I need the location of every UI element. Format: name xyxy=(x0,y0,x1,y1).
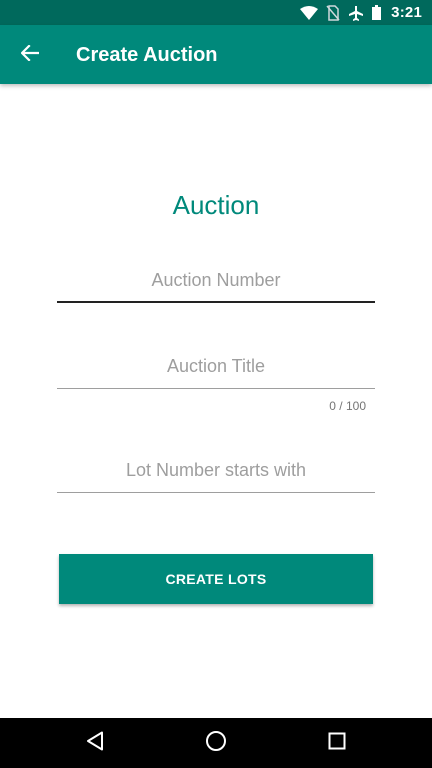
auction-title-field[interactable] xyxy=(57,345,375,389)
wifi-icon xyxy=(300,5,319,20)
nav-back-button[interactable] xyxy=(65,718,125,768)
auction-title-input[interactable] xyxy=(57,345,375,387)
status-icons: 3:21 xyxy=(300,0,422,25)
lot-number-input[interactable] xyxy=(57,449,375,491)
field-underline xyxy=(57,301,375,303)
arrow-back-icon xyxy=(20,43,40,66)
navigation-bar xyxy=(0,718,432,768)
lot-number-field[interactable] xyxy=(57,449,375,493)
auction-number-field[interactable] xyxy=(57,259,375,303)
back-triangle-icon xyxy=(86,731,104,756)
nav-home-button[interactable] xyxy=(186,718,246,768)
battery-icon xyxy=(372,5,382,20)
status-time: 3:21 xyxy=(391,4,422,21)
field-underline xyxy=(57,388,375,389)
back-button[interactable] xyxy=(10,35,50,75)
status-bar: 3:21 xyxy=(0,0,432,25)
no-sim-icon xyxy=(326,4,340,21)
nav-recents-button[interactable] xyxy=(307,718,367,768)
character-counter: 0 / 100 xyxy=(329,399,366,413)
airplane-mode-icon xyxy=(348,5,364,21)
create-lots-button[interactable]: CREATE LOTS xyxy=(59,554,373,604)
recents-square-icon xyxy=(328,732,346,755)
field-underline xyxy=(57,492,375,493)
home-circle-icon xyxy=(205,730,227,757)
form-heading: Auction xyxy=(172,190,260,220)
page-title: Create Auction xyxy=(76,44,218,66)
auction-number-input[interactable] xyxy=(57,259,375,301)
app-bar: Create Auction xyxy=(0,25,432,84)
